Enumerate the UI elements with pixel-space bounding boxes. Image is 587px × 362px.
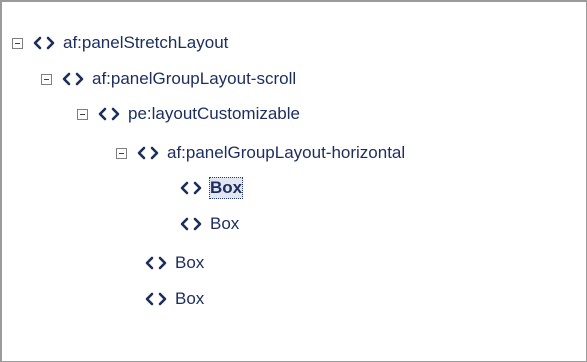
tag-brackets-icon: [179, 181, 203, 195]
tree-node-label[interactable]: af:panelStretchLayout: [62, 32, 229, 54]
tree-node-label[interactable]: af:panelGroupLayout-horizontal: [166, 142, 406, 164]
tree-node-box[interactable]: Box: [144, 248, 205, 278]
tree-node-label-selected[interactable]: Box: [209, 177, 244, 199]
tag-brackets-icon: [136, 146, 160, 160]
tree-node-label[interactable]: af:panelGroupLayout-scroll: [91, 68, 297, 90]
tree-node-panel-group-layout-horizontal[interactable]: af:panelGroupLayout-horizontal: [116, 138, 406, 168]
tree-node-label[interactable]: Box: [174, 288, 205, 310]
collapse-toggle-icon[interactable]: [12, 37, 23, 49]
tree-node-label[interactable]: pe:layoutCustomizable: [127, 103, 301, 125]
tree-node-box[interactable]: Box: [179, 209, 240, 239]
tree-node-box-selected[interactable]: Box: [179, 173, 244, 203]
collapse-toggle-icon[interactable]: [77, 108, 88, 120]
tag-brackets-icon: [144, 292, 168, 306]
tree-node-layout-customizable[interactable]: pe:layoutCustomizable: [77, 99, 301, 129]
tree-node-panel-group-layout-scroll[interactable]: af:panelGroupLayout-scroll: [41, 64, 297, 94]
tree-node-panel-stretch-layout[interactable]: af:panelStretchLayout: [12, 28, 229, 58]
tag-brackets-icon: [97, 107, 121, 121]
collapse-toggle-icon[interactable]: [41, 73, 52, 85]
tree-panel: af:panelStretchLayout af:panelGroupLayou…: [0, 0, 587, 362]
collapse-toggle-icon[interactable]: [116, 147, 127, 159]
tag-brackets-icon: [61, 72, 85, 86]
tag-brackets-icon: [144, 256, 168, 270]
tree-node-box[interactable]: Box: [144, 284, 205, 314]
tree-node-label[interactable]: Box: [209, 213, 240, 235]
tree-node-label[interactable]: Box: [174, 252, 205, 274]
tag-brackets-icon: [32, 36, 56, 50]
tag-brackets-icon: [179, 217, 203, 231]
